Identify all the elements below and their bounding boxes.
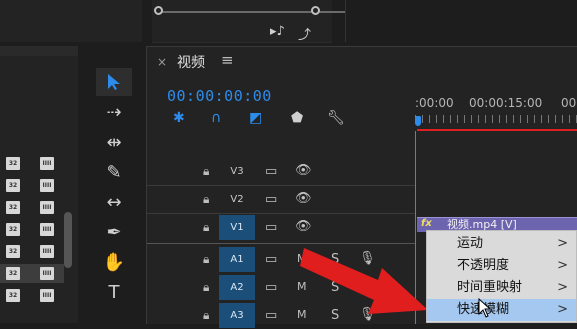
- annotation-arrow-icon: [300, 248, 428, 314]
- thumbnail-icon: 32: [6, 179, 20, 192]
- thumbnail-icon: 32: [6, 267, 20, 280]
- tab-title[interactable]: 视频: [177, 52, 205, 72]
- chevron-right-icon: >: [557, 280, 568, 295]
- menu-item-opacity[interactable]: 不透明度 >: [427, 255, 576, 277]
- thumbnail-icon: IIII: [40, 267, 54, 280]
- razor-tool-icon[interactable]: ✎: [96, 158, 132, 186]
- zoom-scroll-bar[interactable]: [154, 6, 426, 18]
- selection-tool-icon[interactable]: [96, 68, 132, 96]
- ripple-edit-tool-icon[interactable]: ⇹: [96, 128, 132, 156]
- project-panel: 32 IIII 32 IIII 32 IIII 32 IIII 32 IIII …: [0, 46, 78, 323]
- work-area-bar: [417, 129, 577, 131]
- track-target-v2[interactable]: V2: [219, 187, 255, 212]
- thumbnail-icon: 32: [6, 201, 20, 214]
- thumbnail-icon: IIII: [40, 179, 54, 192]
- lock-icon[interactable]: 🔒︎: [203, 280, 209, 295]
- lock-icon[interactable]: 🔒︎: [203, 308, 209, 323]
- pen-tool-icon[interactable]: ✒: [96, 218, 132, 246]
- list-item[interactable]: 32 IIII: [0, 286, 64, 305]
- thumbnail-icon: IIII: [40, 245, 54, 258]
- thumbnail-icon: 32: [6, 245, 20, 258]
- track-header-v2: 🔒︎ V2 ▭ 👁︎: [147, 187, 415, 213]
- track-select-tool-icon[interactable]: ⇢: [96, 98, 132, 126]
- project-scrollbar[interactable]: [64, 212, 72, 268]
- track-target-a3[interactable]: A3: [219, 303, 255, 328]
- thumbnail-icon: 32: [6, 157, 20, 170]
- add-marker-icon[interactable]: ⬟: [291, 110, 303, 126]
- track-target-v3[interactable]: V3: [219, 159, 255, 184]
- slip-tool-icon[interactable]: ↔: [96, 188, 132, 216]
- menu-item-time-remapping[interactable]: 时间重映射 >: [427, 277, 576, 299]
- lock-icon[interactable]: 🔒︎: [203, 220, 209, 235]
- track-target-a2[interactable]: A2: [219, 275, 255, 300]
- thumbnail-icon: IIII: [40, 157, 54, 170]
- sync-lock-icon[interactable]: ▭: [265, 164, 277, 179]
- track-target-v1[interactable]: V1: [219, 215, 255, 240]
- lock-icon[interactable]: 🔒︎: [203, 252, 209, 267]
- fx-badge: fx: [421, 218, 432, 229]
- sync-lock-icon[interactable]: ▭: [265, 252, 277, 267]
- effects-context-menu: 运动 > 不透明度 > 时间重映射 > 快速模糊 >: [426, 230, 577, 323]
- scroll-handle-left[interactable]: [154, 6, 163, 15]
- eye-icon[interactable]: 👁︎: [295, 219, 312, 234]
- ruler-label: :00:00: [415, 96, 454, 110]
- panel-menu-icon[interactable]: ≡: [221, 51, 234, 69]
- lock-icon[interactable]: 🔒︎: [203, 192, 209, 207]
- nest-sequence-icon[interactable]: ✱: [173, 110, 185, 126]
- mouse-cursor-icon: [478, 298, 492, 318]
- chevron-right-icon: >: [557, 258, 568, 273]
- tab-close-icon[interactable]: ×: [157, 55, 167, 69]
- ruler-label: 00:00:15:00: [469, 96, 543, 110]
- snap-icon[interactable]: ∩: [211, 110, 221, 126]
- hand-tool-icon[interactable]: ✋: [96, 248, 132, 276]
- export-frame-icon[interactable]: ⤴: [298, 24, 311, 43]
- timeline-tab[interactable]: × 视频 ≡: [147, 47, 577, 77]
- list-item[interactable]: 32 IIII: [0, 154, 64, 173]
- playhead-handle[interactable]: [415, 116, 421, 126]
- playhead-timecode[interactable]: 00:00:00:00: [167, 87, 272, 105]
- thumbnail-icon: 32: [6, 223, 20, 236]
- sync-lock-icon[interactable]: ▭: [265, 308, 277, 323]
- thumbnail-icon: 32: [6, 289, 20, 302]
- list-item[interactable]: 32 IIII: [0, 220, 64, 239]
- list-item[interactable]: 32 IIII: [0, 264, 64, 283]
- settings-wrench-icon[interactable]: 🔧︎: [327, 110, 345, 126]
- ruler-label: 00: [561, 96, 577, 110]
- menu-item-fast-blur[interactable]: 快速模糊 >: [427, 299, 576, 321]
- thumbnail-icon: IIII: [40, 223, 54, 236]
- sync-lock-icon[interactable]: ▭: [265, 220, 277, 235]
- top-left-panel: [0, 0, 142, 42]
- time-ruler[interactable]: :00:00 00:00:15:00 00: [415, 95, 577, 129]
- list-item[interactable]: 32 IIII: [0, 242, 64, 261]
- sync-lock-icon[interactable]: ▭: [265, 192, 277, 207]
- track-header-v3: 🔒︎ V3 ▭ 👁︎: [147, 159, 415, 185]
- eye-icon[interactable]: 👁︎: [295, 191, 312, 206]
- scroll-handle-right[interactable]: [311, 6, 320, 15]
- thumbnail-icon: IIII: [40, 289, 54, 302]
- eye-icon[interactable]: 👁︎: [295, 163, 312, 178]
- lock-icon[interactable]: 🔒︎: [203, 164, 209, 179]
- chevron-right-icon: >: [557, 302, 568, 317]
- list-item[interactable]: 32 IIII: [0, 176, 64, 195]
- sync-lock-icon[interactable]: ▭: [265, 280, 277, 295]
- tools-panel: ⇢ ⇹ ✎ ↔ ✒ ✋ T: [96, 66, 132, 323]
- thumbnail-icon: IIII: [40, 201, 54, 214]
- menu-item-motion[interactable]: 运动 >: [427, 233, 576, 255]
- linked-selection-icon[interactable]: ◩: [249, 110, 262, 126]
- type-tool-icon[interactable]: T: [96, 278, 132, 306]
- audio-only-icon[interactable]: ▸♪: [270, 24, 285, 39]
- list-item[interactable]: 32 IIII: [0, 198, 64, 217]
- program-monitor-panel: [345, 0, 577, 42]
- chevron-right-icon: >: [557, 236, 568, 251]
- track-target-a1[interactable]: A1: [219, 247, 255, 272]
